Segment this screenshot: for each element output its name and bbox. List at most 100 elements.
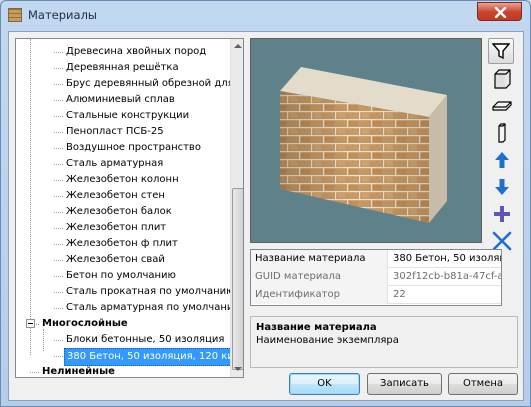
materials-window: Материалы Древесина хвойных пород Деревян…: [0, 0, 531, 407]
ok-button[interactable]: OK: [289, 373, 360, 395]
tree-item[interactable]: Железобетон балок: [16, 204, 230, 220]
tree-connector: [54, 244, 63, 245]
description-heading: Название материала: [256, 322, 377, 333]
properties-table[interactable]: Название материала 380 Бетон, 50 изоляци…: [250, 249, 502, 306]
tree-item-label: Стальные конструкции: [66, 110, 190, 121]
tree-item[interactable]: Воздушное пространство: [16, 140, 230, 156]
tree-item-label: Многослойные: [42, 318, 128, 329]
tree-item[interactable]: Сталь арматурная по умолчанию: [16, 300, 230, 316]
tree-item-label: Железобетон стен: [66, 190, 165, 201]
prop-key: Название материала: [251, 250, 388, 268]
material-preview: [250, 38, 482, 243]
tree-group[interactable]: Нелинейные: [16, 364, 230, 377]
tree-connector: [54, 68, 63, 69]
tree-connector: [54, 132, 63, 133]
tree-item-label: Брус деревянный обрезной для с: [66, 78, 230, 89]
collapse-icon[interactable]: [26, 319, 35, 328]
tree-connector: [54, 260, 63, 261]
move-down-button[interactable]: [488, 173, 514, 199]
tree-item-label: Сталь арматурная по умолчанию: [66, 302, 230, 313]
brick-block-icon: [494, 69, 511, 89]
tree-item[interactable]: Железобетон плит: [16, 220, 230, 236]
tree-group[interactable]: Многослойные: [16, 316, 230, 332]
tree-item-label: Нелинейные: [42, 366, 115, 377]
close-button[interactable]: [477, 2, 522, 21]
tree-item[interactable]: Сталь арматурная: [16, 156, 230, 172]
materials-app-icon: [8, 8, 22, 22]
prop-key: GUID материала: [251, 268, 388, 286]
tree-item-label: Железобетон ф плит: [66, 238, 178, 249]
tree-content: Древесина хвойных пород Деревянная решётк…: [16, 39, 230, 377]
prop-row-material-name[interactable]: Название материала 380 Бетон, 50 изоляци…: [251, 250, 501, 268]
tree-item[interactable]: Сталь прокатная по умолчанию: [16, 284, 230, 300]
filter-icon: [492, 43, 510, 60]
title-bar[interactable]: Материалы: [1, 1, 530, 31]
tree-item-label: Железобетон свай: [66, 254, 165, 265]
move-down-icon: [495, 179, 509, 195]
tree-item[interactable]: Древесина хвойных пород: [16, 44, 230, 60]
move-up-button[interactable]: [488, 146, 514, 172]
scroll-down-icon[interactable]: [234, 367, 242, 371]
tree-connector: [54, 292, 63, 293]
tree-connector: [54, 164, 63, 165]
prop-row-guid[interactable]: GUID материала 302f12cb-b81a-47cf-a8b2: [251, 268, 501, 286]
add-icon: [494, 206, 510, 222]
add-button[interactable]: [488, 200, 514, 226]
tree-connector: [54, 212, 63, 213]
tree-item[interactable]: Бетон по умолчанию: [16, 268, 230, 284]
column-material-button[interactable]: [488, 119, 514, 145]
tree-connector: [54, 228, 63, 229]
tree-connector: [54, 84, 63, 85]
scroll-up-icon[interactable]: [234, 44, 242, 48]
tree-item[interactable]: Железобетон ф плит: [16, 236, 230, 252]
scroll-thumb[interactable]: [232, 188, 243, 370]
close-icon: [494, 7, 507, 18]
tree-item-label: Алюминиевый сплав: [66, 94, 175, 105]
tree-connector: [54, 196, 63, 197]
tree-connector: [54, 180, 63, 181]
tree-connector: [54, 148, 63, 149]
tree-connector: [54, 116, 63, 117]
cancel-button[interactable]: Отмена: [448, 373, 518, 395]
tree-connector: [54, 100, 63, 101]
brick-wall-preview-image: [280, 67, 447, 223]
prop-value[interactable]: 22: [389, 286, 501, 304]
tree-item-label: Сталь арматурная: [66, 158, 164, 169]
prop-row-id[interactable]: Идентификатор 22: [251, 286, 501, 304]
tree-item[interactable]: 380 Бетон, 50 изоляция, 120 кирп: [16, 348, 230, 366]
move-up-icon: [495, 152, 509, 168]
slab-material-button[interactable]: [488, 92, 514, 118]
tree-connector: [54, 356, 63, 357]
tree-item-label: Железобетон плит: [66, 222, 167, 233]
tree-item-label: Бетон по умолчанию: [66, 270, 176, 281]
tree-connector: [54, 52, 63, 53]
block-material-button[interactable]: [488, 65, 514, 91]
tree-item[interactable]: Железобетон колонн: [16, 172, 230, 188]
prop-key: Идентификатор: [251, 286, 388, 304]
window-title: Материалы: [28, 8, 97, 22]
description-text: Наименование экземпляра: [256, 335, 399, 346]
tree-connector: [54, 276, 63, 277]
tree-item[interactable]: Пенопласт ПСБ-25: [16, 124, 230, 140]
prop-value[interactable]: 302f12cb-b81a-47cf-a8b2: [389, 268, 501, 286]
tree-item[interactable]: Брус деревянный обрезной для с: [16, 76, 230, 92]
tree-item[interactable]: Железобетон свай: [16, 252, 230, 268]
tree-item[interactable]: Деревянная решётка: [16, 60, 230, 76]
remove-icon: [492, 231, 512, 251]
tree-item-label: Блоки бетонные, 50 изоляция: [66, 334, 225, 345]
tree-item-label: Железобетон колонн: [66, 174, 179, 185]
save-button[interactable]: Записать: [367, 373, 442, 395]
filter-button[interactable]: [488, 38, 514, 64]
slab-icon: [492, 101, 512, 111]
tree-item[interactable]: Стальные конструкции: [16, 108, 230, 124]
tree-item-label: Сталь прокатная по умолчанию: [66, 286, 230, 297]
tree-connector: [54, 340, 63, 341]
tree-item[interactable]: Железобетон стен: [16, 188, 230, 204]
prop-value[interactable]: 380 Бетон, 50 изоляция, 120 кирп: [389, 250, 501, 268]
tree-item-label: Железобетон балок: [66, 206, 172, 217]
tree-scrollbar[interactable]: [230, 39, 243, 377]
tree-item[interactable]: Блоки бетонные, 50 изоляция: [16, 332, 230, 348]
tree-item-label: Деревянная решётка: [66, 62, 179, 73]
tree-item[interactable]: Алюминиевый сплав: [16, 92, 230, 108]
materials-tree[interactable]: Древесина хвойных пород Деревянная решётк…: [15, 38, 244, 378]
